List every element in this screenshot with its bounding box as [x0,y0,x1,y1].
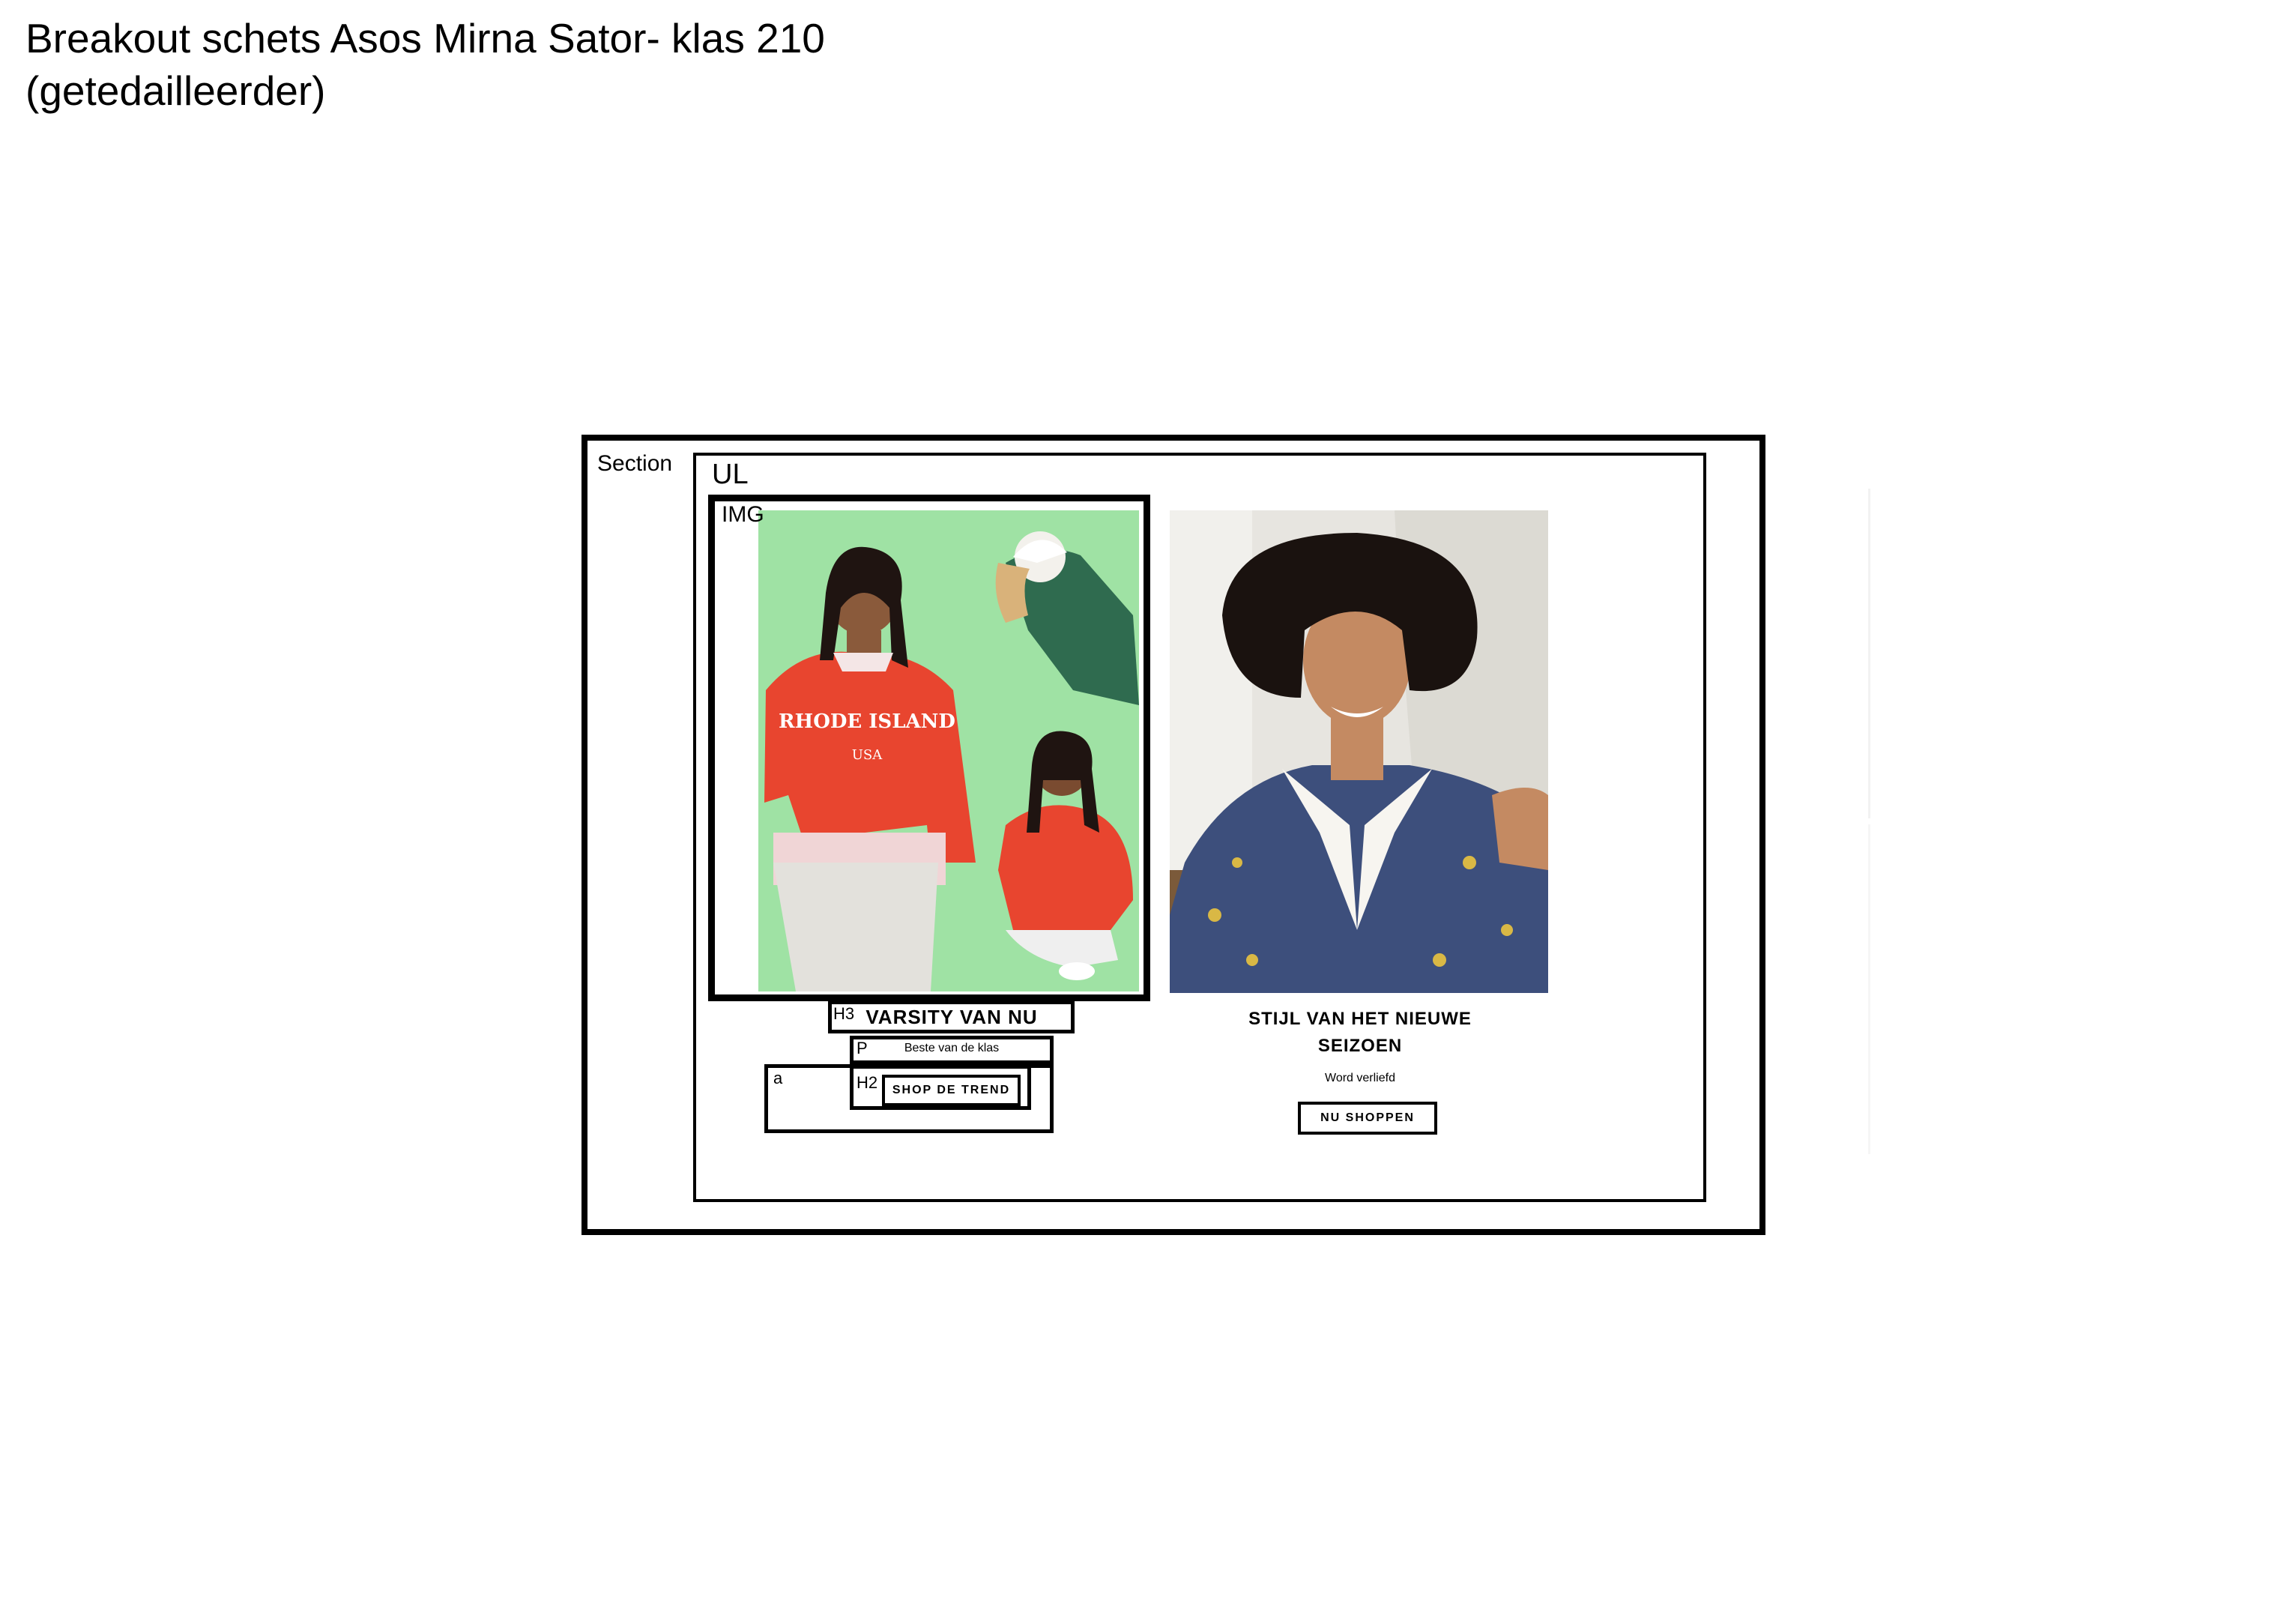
a-label: a [773,1069,783,1087]
title-line-2: (getedailleerder) [25,67,326,114]
section-label: Section [597,451,673,476]
card2-heading-line1[interactable]: STIJL VAN HET NIEUWE [1206,1009,1514,1030]
h3-label: H3 [833,1004,855,1023]
faint-guide-line [1868,489,1870,818]
p-label: P [857,1039,868,1057]
card2-heading-line2[interactable]: SEIZOEN [1206,1036,1514,1057]
seizoen-photo [1170,510,1548,993]
h2-label: H2 [857,1073,878,1092]
card1-subtext: Beste van de klas [904,1042,1000,1054]
ul-label: UL [712,459,749,490]
nu-shoppen-button[interactable]: NU SHOPPEN [1298,1102,1437,1135]
title-line-1: Breakout schets Asos Mirna Sator- klas 2… [25,15,825,61]
faint-guide-line [1868,824,1870,1154]
card1-heading[interactable]: VARSITY VAN NU [854,1006,1049,1029]
shop-de-trend-button[interactable]: SHOP DE TREND [882,1075,1021,1106]
img-box [708,495,1150,1001]
card2-subtext: Word verliefd [1325,1072,1395,1084]
page-title: Breakout schets Asos Mirna Sator- klas 2… [25,12,825,117]
img-label: IMG [722,502,764,527]
